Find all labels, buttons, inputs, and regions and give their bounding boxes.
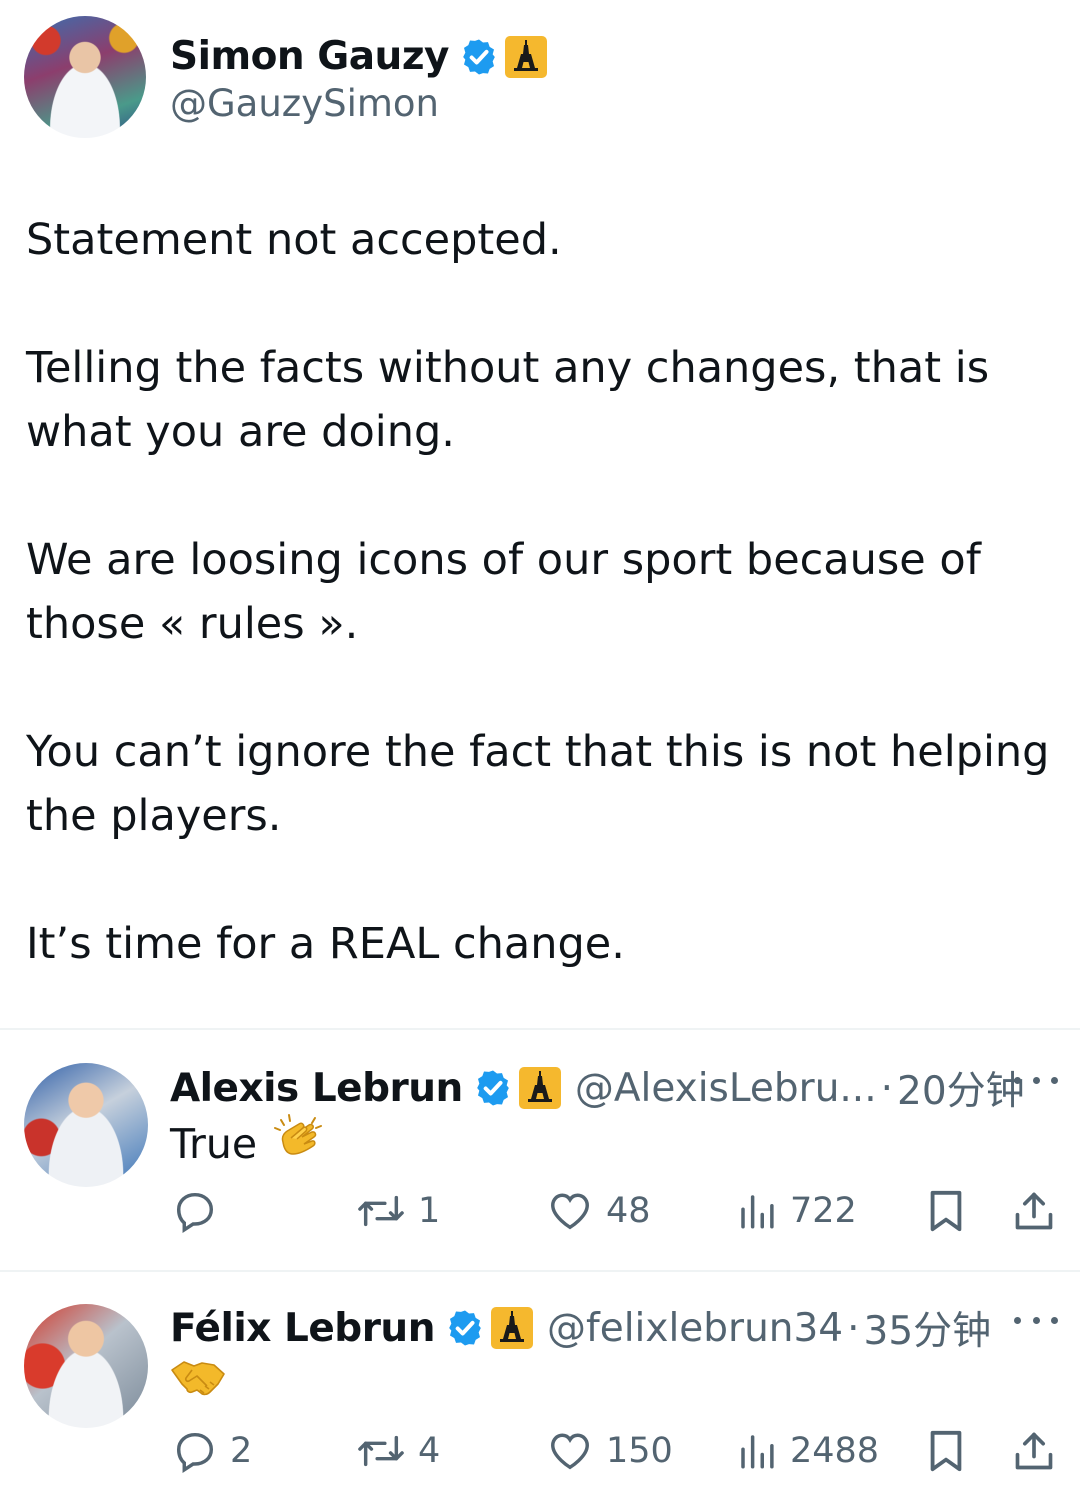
share-button[interactable] xyxy=(1012,1426,1056,1476)
tweet-paragraph: Statement not accepted. xyxy=(26,215,562,265)
comment-icon xyxy=(176,1192,214,1233)
reply-body: True xyxy=(170,1112,325,1176)
like-count: 48 xyxy=(606,1191,651,1231)
share-icon xyxy=(1015,1192,1053,1230)
reply-header: Alexis Lebrun @AlexisLebru... · 20分钟 xyxy=(170,1060,1025,1116)
bookmark-icon xyxy=(930,1190,962,1232)
handshake-icon xyxy=(170,1356,226,1412)
repost-icon xyxy=(358,1435,404,1467)
author-row: Simon Gauzy xyxy=(170,34,547,79)
views-button[interactable]: 722 xyxy=(736,1186,857,1236)
eiffel-tower-icon xyxy=(490,1307,533,1349)
repost-icon xyxy=(358,1195,404,1227)
avatar[interactable] xyxy=(24,1063,148,1187)
tweet-paragraph: Telling the facts without any changes, t… xyxy=(26,343,990,457)
reply-author-handle[interactable]: @felixlebrun34 xyxy=(547,1306,843,1351)
verified-badge-icon xyxy=(445,1308,485,1348)
reply-button[interactable]: 2 xyxy=(172,1426,252,1476)
reply-timestamp[interactable]: 20分钟 xyxy=(897,1060,1025,1116)
reply-author-name[interactable]: Félix Lebrun xyxy=(170,1306,435,1351)
reply-author-handle[interactable]: @AlexisLebru... xyxy=(575,1066,877,1111)
verified-badge-icon xyxy=(459,37,499,77)
verified-badge-icon xyxy=(473,1068,513,1108)
eiffel-tower-icon xyxy=(518,1067,561,1109)
reply-author-name[interactable]: Alexis Lebrun xyxy=(170,1066,463,1111)
views-icon xyxy=(741,1195,774,1229)
bookmark-button[interactable] xyxy=(926,1426,966,1476)
repost-count: 1 xyxy=(418,1191,441,1231)
tweet-body: Statement not accepted. Telling the fact… xyxy=(26,208,1056,976)
action-bar: 1 48 722 xyxy=(0,1186,1080,1236)
share-button[interactable] xyxy=(1012,1186,1056,1236)
reply-count: 2 xyxy=(230,1431,253,1471)
reply-button[interactable] xyxy=(172,1186,230,1236)
like-button[interactable]: 48 xyxy=(546,1186,651,1236)
separator-dot: · xyxy=(847,1305,860,1351)
clapping-hands-icon xyxy=(271,1112,325,1176)
avatar[interactable] xyxy=(24,16,146,138)
reply-item[interactable]: Félix Lebrun @felixlebrun34 · 35分钟 2 4 1… xyxy=(0,1300,1080,1500)
reply-header: Félix Lebrun @felixlebrun34 · 35分钟 xyxy=(170,1300,991,1356)
divider xyxy=(0,1028,1080,1030)
heart-icon xyxy=(551,1193,589,1230)
repost-button[interactable]: 1 xyxy=(356,1186,440,1236)
reply-timestamp[interactable]: 35分钟 xyxy=(864,1300,992,1356)
view-count: 722 xyxy=(790,1191,857,1231)
views-icon xyxy=(741,1435,774,1469)
reply-text: True xyxy=(170,1120,258,1168)
separator-dot: · xyxy=(880,1065,894,1111)
tweet-thread: Simon Gauzy @GauzySimon Statement not ac… xyxy=(0,0,1080,1512)
eiffel-tower-icon xyxy=(504,35,547,78)
more-options-icon[interactable] xyxy=(1014,1068,1058,1092)
repost-button[interactable]: 4 xyxy=(356,1426,440,1476)
more-options-icon[interactable] xyxy=(1014,1308,1058,1332)
avatar[interactable] xyxy=(24,1304,148,1428)
tweet-paragraph: You can’t ignore the fact that this is n… xyxy=(26,727,1050,841)
views-button[interactable]: 2488 xyxy=(736,1426,879,1476)
share-icon xyxy=(1015,1432,1053,1470)
bookmark-icon xyxy=(930,1430,962,1472)
like-button[interactable]: 150 xyxy=(546,1426,673,1476)
author-name[interactable]: Simon Gauzy xyxy=(170,34,449,79)
reply-item[interactable]: Alexis Lebrun @AlexisLebru... · 20分钟 Tru… xyxy=(0,1060,1080,1260)
tweet-paragraph: We are loosing icons of our sport becaus… xyxy=(26,535,981,649)
author-handle[interactable]: @GauzySimon xyxy=(170,82,439,125)
reply-body xyxy=(170,1356,226,1412)
action-bar: 2 4 150 2488 xyxy=(0,1426,1080,1476)
tweet-paragraph: It’s time for a REAL change. xyxy=(26,919,625,969)
heart-icon xyxy=(551,1433,589,1470)
like-count: 150 xyxy=(606,1431,673,1471)
divider xyxy=(0,1270,1080,1272)
bookmark-button[interactable] xyxy=(926,1186,966,1236)
comment-icon xyxy=(176,1432,214,1473)
repost-count: 4 xyxy=(418,1431,441,1471)
view-count: 2488 xyxy=(790,1431,880,1471)
